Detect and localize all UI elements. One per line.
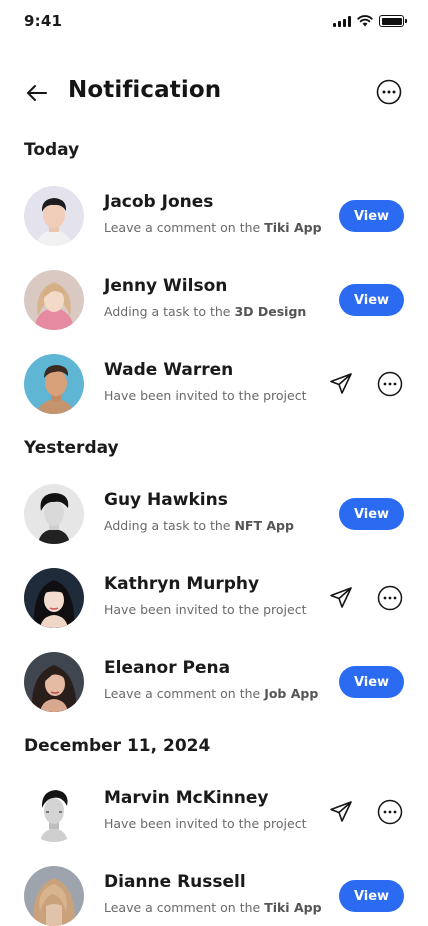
wifi-icon (357, 15, 373, 27)
notification-text: Adding a task to the NFT App (104, 518, 294, 533)
notification-name: Jacob Jones (104, 192, 214, 212)
notification-item[interactable]: Eleanor Pena Leave a comment on the Job … (0, 650, 428, 714)
view-button[interactable]: View (339, 666, 404, 698)
send-icon[interactable] (328, 585, 354, 611)
send-icon[interactable] (328, 799, 354, 825)
avatar (24, 270, 84, 330)
view-button[interactable]: View (339, 880, 404, 912)
send-icon[interactable] (328, 371, 354, 397)
signal-icon (333, 15, 351, 27)
page-title: Notification (68, 77, 222, 103)
notification-item[interactable]: Kathryn Murphy Have been invited to the … (0, 566, 428, 630)
section-title-yesterday: Yesterday (24, 438, 119, 458)
more-options-button[interactable] (376, 79, 402, 105)
notification-highlight: Tiki App (264, 220, 322, 235)
notification-text: Leave a comment on the Job App (104, 686, 319, 701)
notification-name: Guy Hawkins (104, 490, 228, 510)
notification-item[interactable]: Jenny Wilson Adding a task to the 3D Des… (0, 268, 428, 332)
avatar (24, 568, 84, 628)
section-title-date: December 11, 2024 (24, 736, 211, 756)
section-title-today: Today (24, 140, 80, 160)
notification-text: Leave a comment on the Tiki App (104, 220, 322, 235)
notification-name: Eleanor Pena (104, 658, 231, 678)
status-bar: 9:41 (0, 0, 428, 44)
notification-name: Wade Warren (104, 360, 234, 380)
notification-name: Kathryn Murphy (104, 574, 260, 594)
more-options-icon[interactable] (377, 371, 403, 397)
arrow-left-icon (27, 85, 47, 101)
notification-text: Have been invited to the project (104, 388, 307, 403)
notification-name: Dianne Russell (104, 872, 246, 892)
notification-text: Leave a comment on the Tiki App (104, 900, 322, 915)
avatar (24, 866, 84, 926)
notification-highlight: Job App (264, 686, 319, 701)
view-button[interactable]: View (339, 498, 404, 530)
avatar (24, 652, 84, 712)
view-button[interactable]: View (339, 200, 404, 232)
notification-item[interactable]: Guy Hawkins Adding a task to the NFT App… (0, 482, 428, 546)
status-time: 9:41 (24, 12, 63, 30)
notification-item[interactable]: Jacob Jones Leave a comment on the Tiki … (0, 184, 428, 248)
avatar (24, 782, 84, 842)
notification-item[interactable]: Dianne Russell Leave a comment on the Ti… (0, 864, 428, 926)
notification-item[interactable]: Marvin McKinney Have been invited to the… (0, 780, 428, 844)
notification-name: Jenny Wilson (104, 276, 228, 296)
header: Notification (0, 68, 428, 116)
avatar (24, 186, 84, 246)
back-button[interactable] (22, 78, 52, 108)
more-options-icon[interactable] (377, 799, 403, 825)
notification-item[interactable]: Wade Warren Have been invited to the pro… (0, 352, 428, 416)
notification-text: Adding a task to the 3D Design (104, 304, 307, 319)
battery-icon (379, 15, 407, 27)
notification-highlight: 3D Design (234, 304, 307, 319)
status-icons (333, 15, 407, 27)
notification-name: Marvin McKinney (104, 788, 269, 808)
notification-text: Have been invited to the project (104, 602, 307, 617)
avatar (24, 484, 84, 544)
notification-highlight: Tiki App (264, 900, 322, 915)
view-button[interactable]: View (339, 284, 404, 316)
notification-text: Have been invited to the project (104, 816, 307, 831)
more-options-icon[interactable] (377, 585, 403, 611)
avatar (24, 354, 84, 414)
notification-highlight: NFT App (234, 518, 294, 533)
